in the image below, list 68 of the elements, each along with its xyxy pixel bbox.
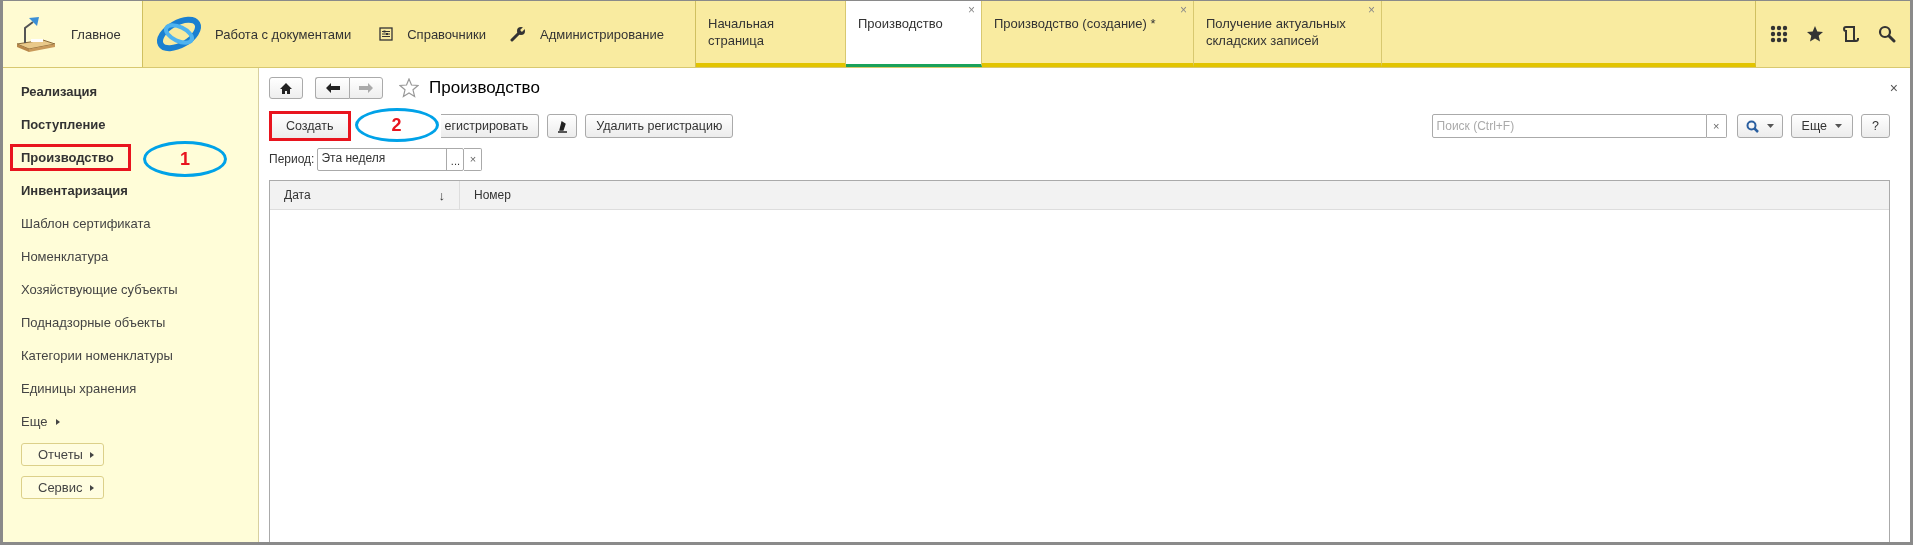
- house-icon: [280, 82, 292, 94]
- caret-right-icon: [88, 450, 95, 459]
- list-icon: [379, 27, 394, 41]
- search-icon: [1745, 119, 1759, 133]
- section-button[interactable]: Администрирование: [510, 26, 664, 42]
- menu-button[interactable]: Отчеты: [21, 443, 104, 466]
- choose-button[interactable]: ...: [446, 148, 464, 170]
- wrench-icon: [510, 26, 526, 42]
- column-header[interactable]: Дата ↓: [270, 181, 460, 209]
- sidebar-item[interactable]: Единицы хранения: [10, 375, 148, 402]
- sidebar-item[interactable]: Реализация: [10, 78, 109, 105]
- caret-down-icon: [1766, 124, 1774, 128]
- section-button[interactable]: Работа с документами: [155, 12, 352, 56]
- sidebar-item[interactable]: Производство: [10, 144, 131, 171]
- sidebar-item[interactable]: Хозяйствующие субъекты: [10, 276, 189, 303]
- home-label: Главное: [71, 26, 121, 42]
- close-icon[interactable]: ×: [968, 3, 975, 17]
- search-icon: [1878, 25, 1896, 43]
- search-button[interactable]: [1736, 114, 1783, 138]
- clear-button[interactable]: ×: [1706, 114, 1727, 138]
- field-label: Период:: [269, 152, 315, 166]
- search-field[interactable]: Поиск (Ctrl+F): [1431, 114, 1707, 138]
- arrow-right-icon: [359, 83, 373, 93]
- caret-down-icon: [1835, 124, 1843, 128]
- clear-button[interactable]: ×: [464, 147, 483, 171]
- home-section[interactable]: Главное: [3, 1, 143, 67]
- caret-right-icon: [88, 483, 95, 492]
- section-label: Администрирование: [540, 26, 664, 42]
- sidebar-item[interactable]: Шаблон сертификата: [10, 210, 162, 237]
- column-header[interactable]: Номер: [460, 181, 525, 209]
- toolbar-button[interactable]: егистрировать: [440, 114, 540, 138]
- caret-right-icon: [55, 417, 62, 426]
- sidebar-item[interactable]: Инвентаризация: [10, 177, 139, 204]
- toolbar-button[interactable]: Создать: [269, 111, 351, 141]
- section-button[interactable]: Справочники: [379, 26, 486, 42]
- back-button[interactable]: [315, 77, 349, 99]
- tab[interactable]: Производство ×: [846, 1, 982, 67]
- stamp-icon: [555, 119, 570, 133]
- star-icon: [1806, 25, 1824, 43]
- tab-label: Производство (создание) *: [994, 15, 1157, 32]
- apps-grid-icon: [1770, 25, 1788, 43]
- tab-label: Получение актуальных складских записей: [1206, 15, 1347, 49]
- more-button[interactable]: Еще: [1790, 114, 1854, 138]
- toolbar-button[interactable]: [547, 114, 578, 138]
- help-button[interactable]: ?: [1861, 114, 1890, 138]
- tab-label: Производство: [858, 15, 944, 32]
- menu-button[interactable]: Сервис: [21, 476, 104, 499]
- tab[interactable]: Получение актуальных складских записей ×: [1194, 1, 1382, 67]
- more-link[interactable]: Еще: [10, 408, 73, 435]
- sidebar-item[interactable]: Номенклатура: [10, 243, 120, 270]
- sidebar-item[interactable]: Поступление: [10, 111, 117, 138]
- form-title: Производство: [429, 78, 540, 98]
- sidebar-item[interactable]: Поднадзорные объекты: [10, 309, 177, 336]
- close-icon[interactable]: ×: [1889, 80, 1898, 96]
- home-button[interactable]: [269, 77, 303, 99]
- scroll-icon: [1842, 25, 1860, 43]
- star-outline-icon: [399, 78, 419, 98]
- tab[interactable]: Производство (создание) * ×: [982, 1, 1194, 67]
- toolbar-button[interactable]: Удалить регистрацию: [585, 114, 734, 138]
- period-field[interactable]: Эта неделя ...: [317, 147, 465, 171]
- section-label: Работа с документами: [215, 26, 352, 42]
- section-label: Справочники: [407, 26, 486, 42]
- tab-label: Начальная страница: [708, 15, 776, 49]
- arrow-left-icon: [325, 83, 340, 93]
- sort-arrow: ↓: [438, 187, 445, 203]
- callout-marker: 2: [354, 108, 439, 142]
- callout-marker: 1: [143, 141, 227, 177]
- sidebar-item[interactable]: Категории номенклатуры: [10, 342, 184, 369]
